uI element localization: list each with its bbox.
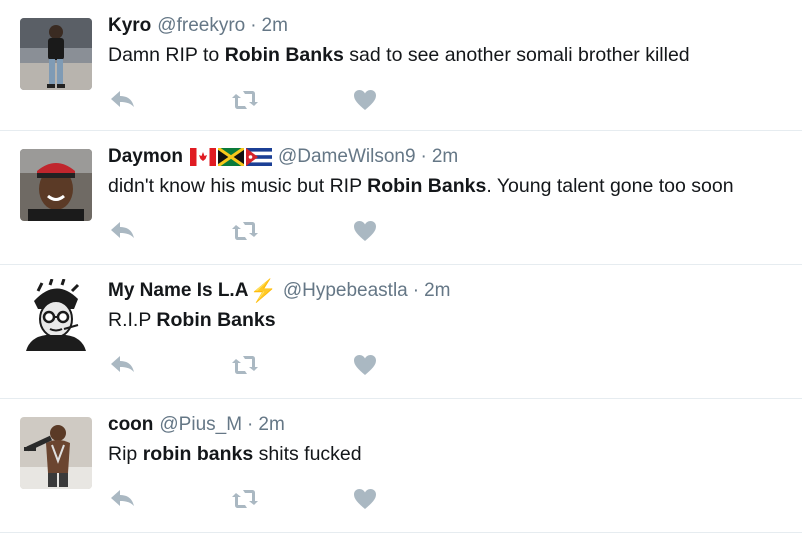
user-handle[interactable]: @DameWilson9 <box>278 145 416 169</box>
text-segment: Rip <box>108 443 143 465</box>
lightning-emoji-icon: ⚡ <box>249 278 277 303</box>
canada-flag-icon <box>189 148 216 166</box>
text-bold-segment: Robin Banks <box>156 309 276 331</box>
tweet-text: didn't know his music but RIP Robin Bank… <box>108 173 734 199</box>
separator-dot: · <box>250 15 257 36</box>
tweet-feed: Kyro @freekyro · 2m Damn RIP to Robin Ba… <box>0 0 802 538</box>
retweet-button[interactable] <box>230 352 260 378</box>
text-segment: didn't know his music but RIP <box>108 175 368 197</box>
tweet-header: Kyro @freekyro · 2m <box>108 14 288 38</box>
tweet-header: coon @Pius_M · 2m <box>108 413 285 437</box>
timestamp[interactable]: 2m <box>258 413 284 437</box>
retweet-icon <box>232 91 258 109</box>
tweet-text: Damn RIP to Robin Banks sad to see anoth… <box>108 42 690 68</box>
text-bold-segment: Robin Banks <box>367 175 487 197</box>
tweet-header: Daymon @DameWilson9 · 2m <box>108 145 458 169</box>
tweet-text: R.I.P Robin Banks <box>108 307 276 333</box>
tweet-item[interactable]: Kyro @freekyro · 2m Damn RIP to Robin Ba… <box>0 0 802 131</box>
heart-icon <box>354 489 376 509</box>
avatar-photo <box>20 18 92 90</box>
retweet-button[interactable] <box>230 486 260 512</box>
tweet-text: Rip robin banks shits fucked <box>108 441 362 467</box>
timestamp[interactable]: 2m <box>262 14 288 38</box>
text-segment: . Young talent gone too soon <box>486 175 734 197</box>
avatar-photo <box>20 149 92 221</box>
reply-button[interactable] <box>108 352 138 378</box>
tweet-header: My Name Is L.A ⚡ @Hypebeastla · 2m <box>108 279 451 303</box>
retweet-icon <box>232 222 258 240</box>
cuba-flag-icon <box>245 148 272 166</box>
avatar-illustration <box>20 279 92 351</box>
timestamp[interactable]: 2m <box>432 145 458 169</box>
tweet-item[interactable]: My Name Is L.A ⚡ @Hypebeastla · 2m R.I.P… <box>0 265 802 399</box>
retweet-icon <box>232 356 258 374</box>
retweet-icon <box>232 490 258 508</box>
text-segment: shits fucked <box>253 443 362 465</box>
avatar[interactable] <box>20 279 92 351</box>
flag-emoji-group <box>189 148 272 166</box>
reply-icon <box>111 356 134 372</box>
reply-button[interactable] <box>108 87 138 113</box>
display-name[interactable]: Daymon <box>108 145 183 169</box>
user-handle[interactable]: @Pius_M <box>159 413 242 437</box>
text-bold-segment: robin banks <box>142 443 254 465</box>
reply-icon <box>111 490 134 506</box>
retweet-button[interactable] <box>230 87 260 113</box>
like-button[interactable] <box>352 218 382 244</box>
text-segment: R.I.P <box>108 309 157 331</box>
tweet-actions <box>108 486 408 512</box>
text-segment: Damn RIP to <box>108 44 225 66</box>
avatar-photo <box>20 417 92 489</box>
user-handle[interactable]: @Hypebeastla <box>283 279 408 303</box>
reply-button[interactable] <box>108 218 138 244</box>
display-name[interactable]: coon <box>108 413 153 437</box>
heart-icon <box>354 355 376 375</box>
avatar[interactable] <box>20 149 92 221</box>
tweet-actions <box>108 352 408 378</box>
tweet-actions <box>108 218 408 244</box>
reply-button[interactable] <box>108 486 138 512</box>
jamaica-flag-icon <box>217 148 244 166</box>
timestamp[interactable]: 2m <box>424 279 450 303</box>
display-name[interactable]: My Name Is L.A <box>108 279 248 303</box>
user-handle[interactable]: @freekyro <box>157 14 245 38</box>
avatar[interactable] <box>20 18 92 90</box>
text-bold-segment: Robin Banks <box>224 44 344 66</box>
separator-dot: · <box>420 146 427 167</box>
reply-icon <box>111 222 134 238</box>
avatar[interactable] <box>20 417 92 489</box>
separator-dot: · <box>412 280 420 301</box>
like-button[interactable] <box>352 486 382 512</box>
like-button[interactable] <box>352 87 382 113</box>
separator-dot: · <box>247 414 254 435</box>
tweet-item[interactable]: Daymon @DameWilson9 · 2m didn't know his… <box>0 131 802 265</box>
tweet-actions <box>108 87 408 113</box>
text-segment: sad to see another somali brother killed <box>343 44 690 66</box>
display-name[interactable]: Kyro <box>108 14 151 38</box>
heart-icon <box>354 221 376 241</box>
tweet-item[interactable]: coon @Pius_M · 2m Rip robin banks shits … <box>0 399 802 533</box>
like-button[interactable] <box>352 352 382 378</box>
reply-icon <box>111 91 134 107</box>
retweet-button[interactable] <box>230 218 260 244</box>
heart-icon <box>354 90 376 110</box>
